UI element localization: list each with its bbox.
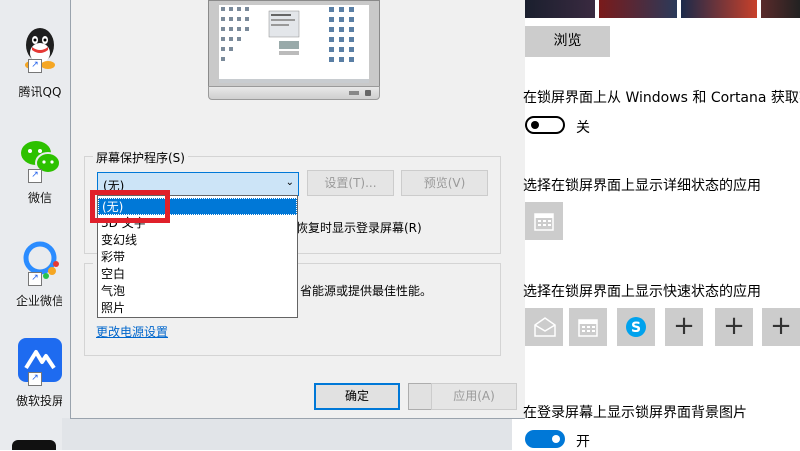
fun-facts-state: 关: [576, 120, 590, 136]
background-thumbnail[interactable]: [599, 0, 677, 18]
screen-saver-settings-button[interactable]: 设置(T)...: [307, 170, 394, 196]
screen-saver-preview-monitor: [208, 0, 380, 100]
dropdown-option[interactable]: 空白: [98, 266, 297, 283]
fun-facts-toggle[interactable]: [525, 116, 565, 134]
detailed-status-app-tile[interactable]: [525, 202, 563, 240]
dropdown-option[interactable]: 照片: [98, 300, 297, 317]
shortcut-arrow-icon: ↗: [28, 372, 42, 386]
signin-background-state: 开: [576, 434, 590, 450]
apply-button[interactable]: 应用(A): [431, 383, 517, 410]
calendar-icon: [578, 319, 598, 337]
quick-status-app-skype[interactable]: S: [617, 308, 655, 346]
annotation-highlight-box: [90, 190, 170, 223]
add-quick-status-app-button[interactable]: +: [715, 308, 753, 346]
skype-icon: S: [626, 317, 646, 337]
dropdown-option[interactable]: 变幻线: [98, 232, 297, 249]
dialog-content: 屏幕保护程序(S) (无) ⌄ 设置(T)... 预览(V) 恢复时显示登录屏幕…: [71, 0, 526, 372]
background-thumbnail[interactable]: [525, 0, 595, 18]
lock-screen-settings-panel: 浏览 在锁屏界面上从 Windows 和 Cortana 获取花絮 关 选择在锁…: [523, 0, 800, 450]
svg-text:S: S: [631, 320, 641, 336]
shortcut-arrow-icon: ↗: [28, 59, 42, 73]
plus-icon: +: [770, 311, 792, 341]
background-thumbnail[interactable]: [681, 0, 757, 18]
browse-button[interactable]: 浏览: [525, 26, 610, 57]
dropdown-option[interactable]: 气泡: [98, 283, 297, 300]
add-quick-status-app-button[interactable]: +: [762, 308, 800, 346]
shortcut-arrow-icon: ↗: [28, 272, 42, 286]
ok-button[interactable]: 确定: [314, 383, 400, 410]
quick-status-label: 选择在锁屏界面上显示快速状态的应用: [523, 284, 761, 300]
quick-status-app-mail[interactable]: [525, 308, 563, 346]
wechat-icon: ↗: [18, 135, 62, 183]
plus-icon: +: [673, 311, 695, 341]
change-power-settings-link[interactable]: 更改电源设置: [96, 323, 168, 340]
signin-background-toggle[interactable]: [525, 430, 565, 448]
dropdown-option[interactable]: 彩带: [98, 249, 297, 266]
background-thumbnail[interactable]: [761, 0, 800, 18]
plus-icon: +: [723, 311, 745, 341]
signin-background-label: 在登录屏幕上显示锁屏界面背景图片: [523, 405, 747, 421]
monitor-base: [208, 86, 380, 100]
screen-saver-group-title: 屏幕保护程序(S): [93, 149, 188, 166]
power-description: 省能源或提供最佳性能。: [300, 284, 433, 298]
fun-facts-label: 在锁屏界面上从 Windows 和 Cortana 获取花絮: [523, 90, 800, 106]
wecom-icon: ↗: [18, 238, 62, 286]
monitor-screen: [208, 0, 380, 88]
partial-app-icon: [12, 440, 56, 450]
qq-penguin-icon: ↗: [18, 25, 62, 73]
chevron-down-icon: ⌄: [285, 177, 294, 188]
apowermirror-icon: ↗: [18, 338, 62, 386]
mail-icon: [534, 317, 556, 337]
detailed-status-label: 选择在锁屏界面上显示详细状态的应用: [523, 178, 761, 194]
resume-show-logon-label: 恢复时显示登录屏幕(R): [296, 221, 422, 235]
desktop-gap: [62, 0, 70, 450]
shortcut-arrow-icon: ↗: [28, 169, 42, 183]
background-window: [62, 418, 512, 450]
add-quick-status-app-button[interactable]: +: [665, 308, 703, 346]
screen-saver-preview-button[interactable]: 预览(V): [401, 170, 488, 196]
calendar-icon: [534, 213, 554, 231]
quick-status-app-calendar[interactable]: [569, 308, 607, 346]
